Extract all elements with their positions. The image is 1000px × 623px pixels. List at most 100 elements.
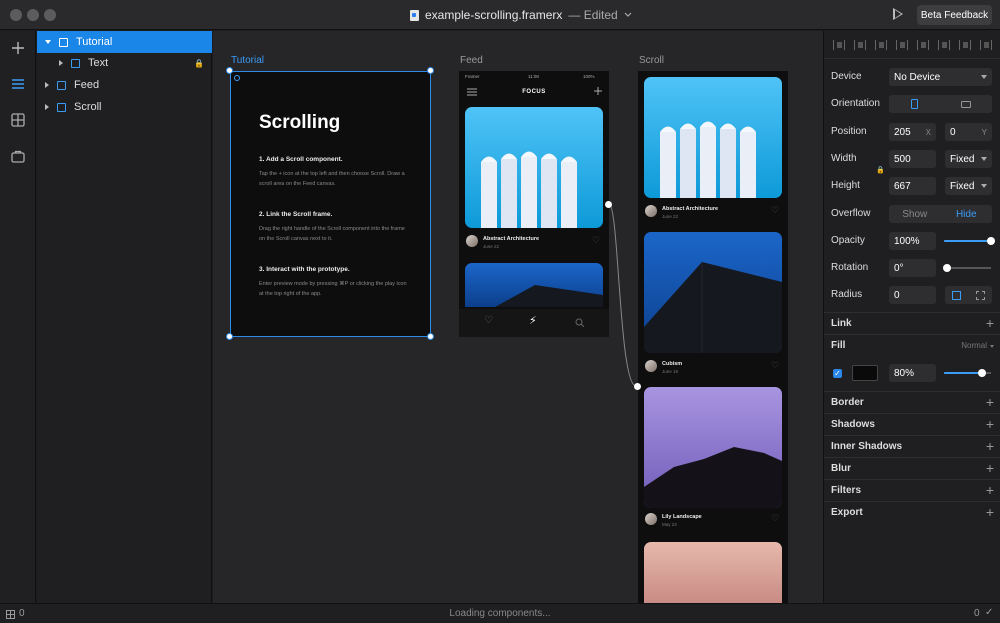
layer-label: Tutorial [76,36,113,48]
beta-feedback-button[interactable]: Beta Feedback [917,5,992,25]
link-handle[interactable] [605,201,612,208]
align-left-icon[interactable] [832,39,845,50]
add-border-icon[interactable]: + [986,394,994,410]
width-input[interactable]: 500 [889,150,936,168]
chevron-down-icon [981,184,987,188]
rotation-slider-knob[interactable] [943,264,951,272]
rotation-slider-track[interactable] [944,267,991,269]
radius-mode-toggle[interactable] [945,286,992,304]
overflow-show-option[interactable]: Show [889,205,941,223]
height-input[interactable]: 667 [889,177,936,195]
layer-item-scroll[interactable]: Scroll [37,96,212,118]
border-section[interactable]: Border + [824,391,1000,413]
radius-uniform-option[interactable] [945,286,969,304]
align-right-icon[interactable] [874,39,887,50]
distribute-vertical-icon[interactable] [980,39,993,50]
add-filter-icon[interactable]: + [986,482,994,498]
orientation-toggle[interactable] [889,95,992,113]
align-bottom-icon[interactable] [938,39,951,50]
add-link-icon[interactable]: + [986,315,994,331]
chevron-down-icon [981,75,987,79]
add-blur-icon[interactable]: + [986,460,994,476]
plus-icon[interactable] [10,40,26,56]
chevron-right-icon[interactable] [45,104,49,110]
add-inner-shadow-icon[interactable]: + [986,438,994,454]
width-mode-select[interactable]: Fixed [945,150,992,168]
status-battery: 100% [583,74,595,79]
resize-handle[interactable] [226,67,233,74]
layer-item-feed[interactable]: Feed [37,74,212,96]
store-icon[interactable] [10,148,26,164]
position-y-input[interactable]: 0Y [945,123,992,141]
device-label: Device [831,71,862,82]
resize-handle[interactable] [427,67,434,74]
distribute-horizontal-icon[interactable] [959,39,972,50]
radius-individual-option[interactable] [969,286,993,304]
fill-section[interactable]: Fill Normal [824,334,1000,356]
design-canvas[interactable]: Tutorial Feed Scroll Scrolling 1. Add a … [213,31,823,603]
device-select[interactable]: No Device [889,68,992,86]
chevron-down-icon[interactable] [45,40,51,44]
export-section[interactable]: Export + [824,501,1000,523]
filters-section[interactable]: Filters + [824,479,1000,501]
resize-handle[interactable] [226,333,233,340]
card-image [465,107,603,228]
opacity-input[interactable]: 100% [889,232,936,250]
minimize-window-button[interactable] [27,9,39,21]
overflow-toggle[interactable]: Show Hide [889,205,992,223]
avatar [645,360,657,372]
tutorial-frame[interactable]: Scrolling 1. Add a Scroll component. Tap… [230,71,431,337]
frame-icon [59,37,68,47]
opacity-slider-knob[interactable] [987,237,995,245]
frame-label-tutorial[interactable]: Tutorial [231,55,264,66]
height-mode-select[interactable]: Fixed [945,177,992,195]
add-shadow-icon[interactable]: + [986,416,994,432]
link-section[interactable]: Link + [824,312,1000,334]
radius-label: Radius [831,289,863,300]
add-export-icon[interactable]: + [986,504,994,520]
rotation-input[interactable]: 0° [889,259,936,277]
error-count: 0 [974,608,980,619]
layer-item-text[interactable]: Text 🔒 [37,52,212,74]
layers-icon[interactable] [10,76,26,92]
play-preview-icon[interactable] [893,8,903,20]
align-center-icon[interactable] [853,39,866,50]
scroll-frame[interactable]: Abstract Architecture June 22 ♡ Cubism J… [638,71,788,603]
align-top-icon[interactable] [895,39,908,50]
fill-opacity-input[interactable]: 80% [889,364,936,382]
align-middle-icon[interactable] [917,39,930,50]
radius-input[interactable]: 0 [889,286,936,304]
card-title: Abstract Architecture [662,206,719,212]
fill-enabled-checkbox[interactable]: ✓ [833,369,842,378]
grid-icon[interactable] [10,112,26,128]
link-target-handle[interactable] [634,383,641,390]
lock-ratio-icon[interactable]: 🔒 [876,166,885,174]
chevron-right-icon[interactable] [45,82,49,88]
blur-section[interactable]: Blur + [824,457,1000,479]
rotation-label: Rotation [831,262,869,273]
blend-mode-select[interactable]: Normal [961,341,987,350]
fill-color-swatch[interactable] [852,365,878,381]
chevron-right-icon[interactable] [59,60,63,66]
frame-label-scroll[interactable]: Scroll [639,55,664,66]
inner-shadows-section[interactable]: Inner Shadows + [824,435,1000,457]
tutorial-title: Scrolling [259,112,341,133]
position-x-input[interactable]: 205 X [889,123,936,141]
frame-label-feed[interactable]: Feed [460,55,483,66]
alignment-toolbar [824,31,1000,59]
portrait-option[interactable] [889,95,941,113]
landscape-option[interactable] [941,95,993,113]
lock-icon[interactable]: 🔒 [194,59,204,68]
shadows-section[interactable]: Shadows + [824,413,1000,435]
feed-frame[interactable]: Framer 11:08 100% FOCUS Abstract Archite… [459,71,609,337]
fill-opacity-slider-knob[interactable] [977,369,986,377]
layer-item-tutorial[interactable]: Tutorial [37,31,212,53]
resize-handle[interactable] [427,333,434,340]
step-body: Tap the + icon at the top left and then … [259,171,405,187]
card-image [644,232,782,353]
heart-tab-icon: ♡ [484,315,493,326]
document-title[interactable]: example-scrolling.framerx — Edited [410,8,632,22]
close-window-button[interactable] [10,9,22,21]
zoom-window-button[interactable] [44,9,56,21]
overflow-hide-option[interactable]: Hide [941,205,993,223]
